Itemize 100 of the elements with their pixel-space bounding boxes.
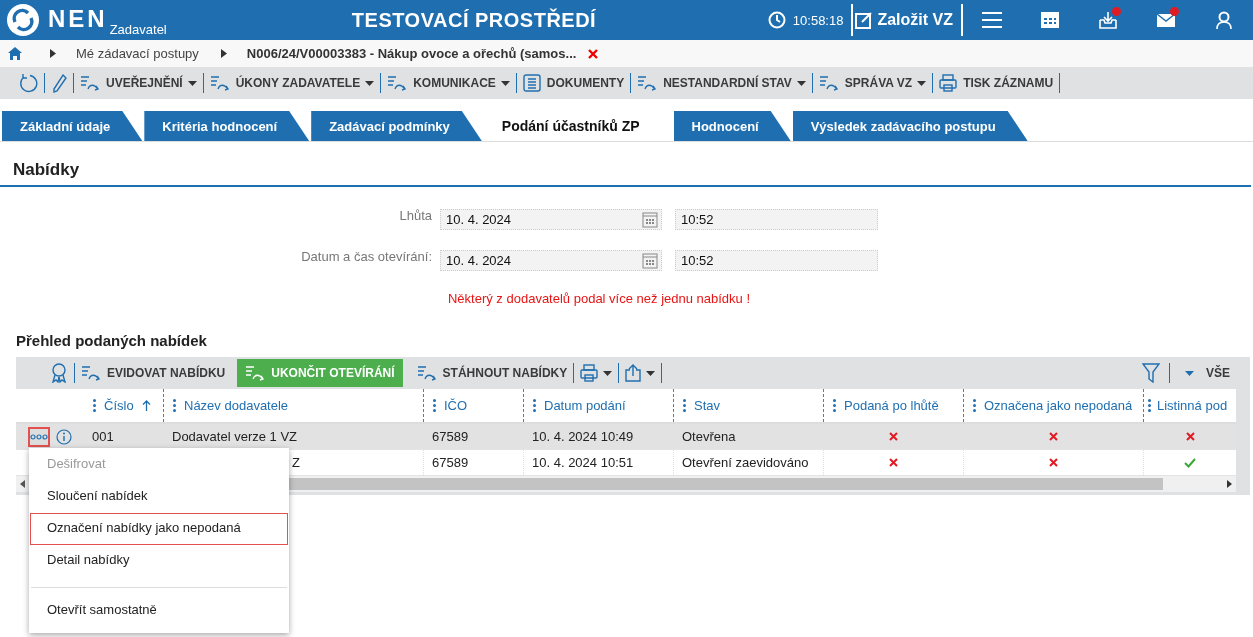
calendar-icon[interactable] [642,211,658,228]
create-button[interactable]: Založit VZ [851,4,963,36]
flow-icon [637,74,658,92]
caret-icon [500,80,510,86]
toolbar-button[interactable]: DOKUMENTY [516,69,631,97]
caret-icon [796,80,806,86]
document-icon [522,74,541,92]
printer-icon [580,364,599,382]
column-menu-icon [173,399,176,412]
column-menu-icon [533,399,536,412]
toolbar-button[interactable]: ÚKONY ZADAVATELE [203,69,381,97]
caret-icon [603,370,613,376]
menu-item[interactable]: Označení nabídky jako nepodaná [30,513,288,545]
column-header[interactable]: Stav [674,389,824,422]
caret-icon [917,80,927,86]
brand-role: Zadavatel [109,23,167,37]
printer-icon [939,74,958,92]
column-header[interactable]: Listinná pod [1144,389,1236,422]
tab[interactable]: Hodnocení [673,111,791,141]
table-cell: Otevřena [674,424,824,449]
calendar-icon[interactable] [642,252,658,269]
logo-icon [6,3,40,37]
inbox-icon [1098,11,1118,29]
flow-icon [209,74,230,92]
date-field[interactable]: 10. 4. 2024 [440,209,662,230]
filter-dropdown[interactable]: VŠE [1180,359,1236,387]
flow-icon [818,74,839,92]
table-cell: 10. 4. 2024 10:49 [524,424,674,449]
filter-icon[interactable] [1142,363,1160,383]
toolbar-button[interactable]: KOMUNIKACE [381,69,516,97]
more-icon [30,433,48,440]
column-menu-icon [833,399,836,412]
caret-icon [646,370,656,376]
share-icon [625,364,642,382]
clock-icon [767,11,786,29]
date-field[interactable]: 10. 4. 2024 [440,250,662,271]
scroll-right-icon[interactable] [1227,480,1232,488]
column-menu-icon [433,399,436,412]
column-menu-icon [93,399,96,412]
toolbar-button[interactable]: STÁHNOUT NABÍDKY [410,359,574,387]
toolbar-button[interactable]: UVEŘEJNĚNÍ [74,69,203,97]
info-icon[interactable] [56,428,72,445]
table-cell: 67589 [424,424,524,449]
warning-message: Některý z dodavatelů podal více než jednu nabídku ! [446,291,752,306]
home-icon[interactable] [8,47,22,60]
column-menu-icon [1148,399,1151,412]
table-cell: Otevření zaevidováno [674,450,824,475]
column-header[interactable]: Název dodavatele [164,389,424,422]
breadcrumb-link[interactable]: N006/24/V00003383 - Nákup ovoce a ořechů (samos... [246,46,577,61]
tab[interactable]: Zadávací podmínky [311,111,482,141]
tab[interactable]: Základní údaje [2,111,143,141]
column-menu-icon [973,399,976,412]
flow-icon [387,74,408,92]
caret-icon [1185,370,1194,376]
toolbar-button[interactable]: TISK ZÁZNAMU [933,69,1060,97]
award-icon [50,363,68,383]
menu-item[interactable]: Detail nabídky [30,545,288,577]
column-header[interactable]: IČO [424,389,524,422]
tab[interactable]: Kritéria hodnocení [144,111,310,141]
chevron-icon [50,49,56,58]
user-icon [1215,11,1233,29]
time-field[interactable]: 10:52 [675,250,878,271]
flow-icon [416,364,437,382]
row-actions-button[interactable] [28,426,50,447]
edit-icon [855,11,874,29]
breadcrumb-link[interactable]: Mé zádavací postupy [76,46,199,61]
flow-icon [245,364,266,382]
column-header[interactable]: Číslo [84,389,164,422]
notification-dot [1112,7,1121,16]
caret-icon [187,80,197,86]
column-header[interactable]: Podaná po lhůtě [824,389,964,422]
close-icon[interactable] [588,48,599,59]
notification-dot [1170,7,1179,16]
flow-icon [81,364,101,382]
scroll-left-icon[interactable] [20,480,25,488]
environment-title: TESTOVACÍ PROSTŘEDÍ [350,8,598,32]
mail-icon [1156,12,1176,28]
column-header[interactable]: Datum podání [524,389,674,422]
toolbar-button[interactable]: SPRÁVA VZ [812,69,933,97]
table-cell: 67589 [424,450,524,475]
flow-icon [80,74,100,92]
caret-icon [365,80,375,86]
tab[interactable]: Výsledek zadávacího postupu [792,111,1028,141]
toolbar-button[interactable]: EVIDOVAT NABÍDKU [75,359,232,387]
time-field[interactable]: 10:52 [675,209,878,230]
column-header[interactable]: Označena jako nepodaná [964,389,1144,422]
pencil-icon [51,73,67,93]
grid-title: Přehled podaných nabídek [16,332,208,349]
brand-name: NEN [48,5,108,33]
clock-time: 10:58:18 [792,12,844,28]
field-label: Lhůta [398,208,433,223]
section-title: Nabídky [0,142,1251,187]
refresh-icon [18,73,38,93]
calendar-icon [1040,11,1060,29]
toolbar-button[interactable]: NESTANDARDNÍ STAV [631,69,812,97]
table-cell: 10. 4. 2024 10:51 [524,450,674,475]
menu-icon [981,11,1003,29]
column-menu-icon [683,399,686,412]
field-label: Datum a čas otevírání: [300,249,433,264]
menu-item[interactable]: Sloučení nabídek [30,481,288,513]
